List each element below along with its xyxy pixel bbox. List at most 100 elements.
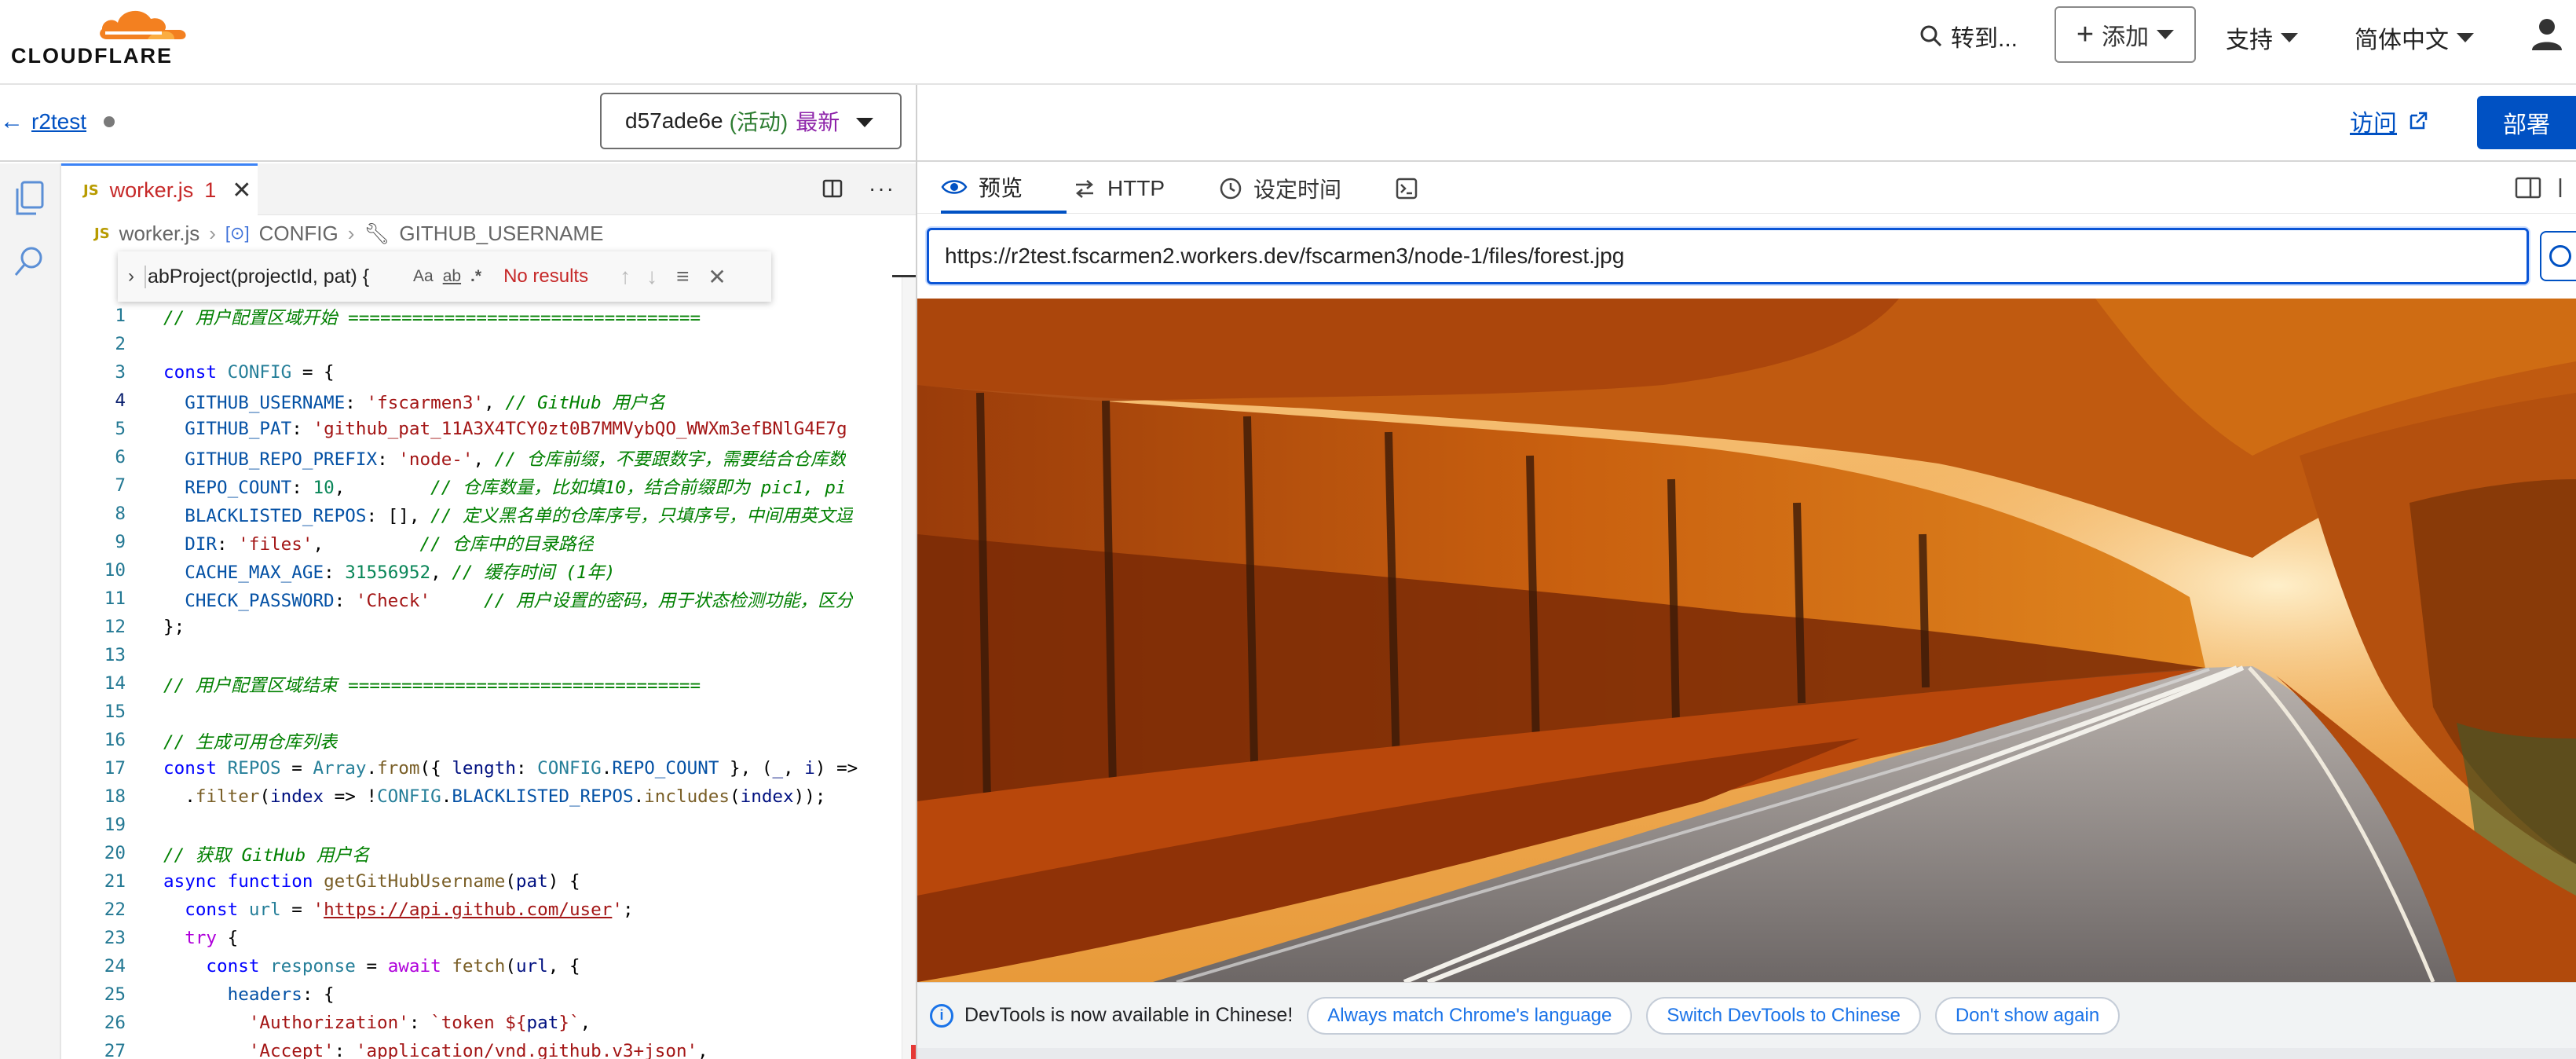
code-line[interactable]: 2 [61, 330, 902, 358]
arrow-up-icon[interactable]: ↑ [620, 264, 631, 289]
code-line[interactable]: 17 const REPOS = Array.from({ length: CON… [61, 754, 902, 782]
breadcrumb-symbol-username[interactable]: GITHUB_USERNAME [399, 222, 603, 246]
arrow-left-icon: ← [0, 108, 24, 134]
goto-search[interactable]: 转到... [1919, 20, 2018, 52]
tab-schedule[interactable]: 设定时间 [1219, 163, 1341, 214]
chevron-down-icon [2157, 30, 2175, 39]
line-number: 6 [115, 447, 126, 467]
whole-word-toggle[interactable]: ab [443, 267, 461, 286]
search-icon[interactable] [11, 242, 49, 283]
breadcrumb-file[interactable]: worker.js [119, 222, 200, 246]
tab-logs[interactable] [1395, 163, 1418, 214]
line-source: headers: { [227, 984, 335, 1005]
line-source: async function getGitHubUsername(pat) { [163, 871, 580, 892]
deploy-button[interactable]: 部署 [2477, 96, 2576, 149]
search-icon[interactable] [2540, 231, 2576, 281]
search-icon [1920, 25, 1942, 47]
line-source: 'Accept': 'application/vnd.github.v3+jso… [248, 1041, 708, 1059]
code-line[interactable]: 27 'Accept': 'application/vnd.github.v3+… [61, 1037, 902, 1059]
version-select[interactable]: d57ade6e (活动) 最新 [600, 93, 902, 149]
error-marker [911, 1045, 916, 1059]
breadcrumb-symbol-config[interactable]: CONFIG [259, 222, 338, 246]
line-number: 2 [115, 334, 126, 354]
code-line[interactable]: 14 // 用户配置区域结束 ==========================… [61, 669, 902, 698]
chevron-right-icon: › [347, 221, 355, 245]
code-line[interactable]: 16 // 生成可用仓库列表 [61, 726, 902, 754]
line-number: 11 [104, 588, 126, 609]
tab-worker-js[interactable]: JS worker.js 1 ✕ [61, 163, 258, 215]
find-input[interactable]: abProject(projectId, pat) { [145, 265, 404, 288]
code-line[interactable]: 22 const url = 'https://api.github.com/u… [61, 896, 902, 924]
line-number: 17 [104, 758, 126, 779]
code-line[interactable]: 1 // 用户配置区域开始 ===========================… [61, 302, 902, 330]
code-line[interactable]: 8 BLACKLISTED_REPOS: [], // 定义黑名单的仓库序号，只… [61, 500, 902, 528]
dont-show-again-button[interactable]: Don't show again [1934, 996, 2120, 1035]
tab-http[interactable]: HTTP [1073, 163, 1165, 214]
more-actions-icon[interactable]: ··· [869, 176, 895, 201]
editor-scrollbar[interactable] [902, 275, 916, 1059]
js-file-icon: JS [83, 182, 99, 199]
line-source: CACHE_MAX_AGE: 31556952, // 缓存时间 (1年) [185, 562, 616, 583]
find-in-selection-icon[interactable]: ≡ [676, 264, 689, 289]
back-link[interactable]: ← r2test [0, 108, 115, 135]
code-line[interactable]: 11 CHECK_PASSWORD: 'Check' // 用户设置的密码，用于… [61, 584, 902, 613]
code-line[interactable]: 26 'Authorization': `token ${pat}`, [61, 1009, 902, 1037]
plus-icon: + [2076, 18, 2095, 51]
regex-toggle[interactable]: .* [470, 267, 481, 286]
close-icon[interactable]: ✕ [708, 264, 726, 290]
editor-tabbar: JS worker.js 1 ✕ ··· [61, 163, 916, 215]
toggle-panel-icon[interactable] [2515, 176, 2568, 200]
code-line[interactable]: 5 GITHUB_PAT: 'github_pat_11A3X4TCY0zt0B… [61, 415, 902, 443]
arrow-down-icon[interactable]: ↓ [646, 264, 657, 289]
always-match-language-button[interactable]: Always match Chrome's language [1307, 996, 1633, 1035]
split-editor-icon[interactable] [821, 178, 843, 200]
code-line[interactable]: 6 GITHUB_REPO_PREFIX: 'node-', // 仓库前缀，不… [61, 443, 902, 471]
visit-link[interactable]: 访问 [2350, 104, 2428, 138]
toggle-replace-icon[interactable]: › [118, 266, 145, 288]
logo-wordmark: CLOUDFLARE [11, 44, 173, 68]
cloudflare-logo[interactable]: CLOUDFLARE [11, 5, 186, 68]
add-button[interactable]: + 添加 [2055, 6, 2196, 63]
line-number: 8 [115, 504, 126, 524]
overview-ruler-mark [892, 275, 916, 277]
code-line[interactable]: 10 CACHE_MAX_AGE: 31556952, // 缓存时间 (1年) [61, 556, 902, 584]
code-line[interactable]: 24 const response = await fetch(url, { [61, 952, 902, 980]
code-line[interactable]: 12}; [61, 613, 902, 641]
code-line[interactable]: 19 [61, 811, 902, 839]
line-source: 'Authorization': `token ${pat}`, [248, 1013, 591, 1033]
chevron-down-icon [2281, 33, 2298, 42]
close-icon[interactable]: ✕ [232, 177, 251, 204]
line-number: 21 [104, 871, 126, 892]
chevron-right-icon: › [209, 221, 216, 245]
code-line[interactable]: 7 REPO_COUNT: 10, // 仓库数量，比如填10，结合前缀即为 p… [61, 471, 902, 500]
files-icon[interactable] [11, 179, 49, 220]
tab-filename: worker.js [109, 178, 194, 202]
code-line[interactable]: 20 // 获取 GitHub 用户名 [61, 839, 902, 867]
match-case-toggle[interactable]: Aa [413, 267, 434, 286]
switch-to-chinese-button[interactable]: Switch DevTools to Chinese [1646, 996, 1921, 1035]
line-number: 16 [104, 730, 126, 750]
line-source: }; [163, 617, 185, 637]
user-icon[interactable] [2530, 17, 2563, 52]
language-menu[interactable]: 简体中文 [2355, 20, 2474, 55]
tab-preview[interactable]: 预览 [941, 163, 1067, 214]
code-line[interactable]: 3 const CONFIG = { [61, 358, 902, 387]
activity-bar [0, 163, 61, 1059]
code-line[interactable]: 23 try { [61, 924, 902, 952]
line-source: // 用户配置区域结束 ============================… [163, 675, 701, 696]
line-source: // 生成可用仓库列表 [163, 731, 338, 753]
preview-url-input[interactable]: https://r2test.fscarmen2.workers.dev/fsc… [927, 228, 2529, 284]
preview-tabbar: 预览 HTTP 设定时间 [917, 163, 2576, 214]
code-editor[interactable]: 1 // 用户配置区域开始 ===========================… [61, 302, 902, 1059]
code-line[interactable]: 13 [61, 641, 902, 669]
clock-icon [1220, 178, 1242, 200]
tab-label: 设定时间 [1253, 178, 1342, 202]
support-menu[interactable]: 支持 [2226, 20, 2298, 55]
code-line[interactable]: 4 GITHUB_USERNAME: 'fscarmen3', // GitHu… [61, 387, 902, 415]
code-line[interactable]: 25 headers: { [61, 980, 902, 1009]
code-line[interactable]: 18 .filter(index => !CONFIG.BLACKLISTED_… [61, 782, 902, 811]
code-line[interactable]: 9 DIR: 'files', // 仓库中的目录路径 [61, 528, 902, 556]
line-number: 24 [104, 956, 126, 977]
code-line[interactable]: 21 async function getGitHubUsername(pat) … [61, 867, 902, 896]
code-line[interactable]: 15 [61, 698, 902, 726]
